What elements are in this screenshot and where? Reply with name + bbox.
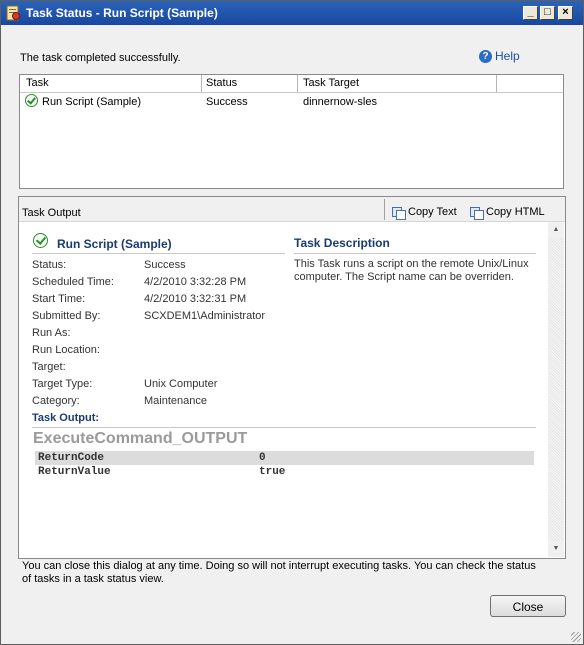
close-window-button[interactable]: ×	[558, 6, 573, 20]
task-output-toolbar: Task Output Copy Text Copy HTML	[19, 197, 565, 222]
task-name-heading: Run Script (Sample)	[57, 237, 172, 251]
task-list-header: Task Status Task Target	[20, 75, 563, 93]
property-label: Scheduled Time:	[32, 276, 114, 288]
row-target: dinnernow-sles	[303, 96, 377, 108]
row-task-name: Run Script (Sample)	[42, 96, 142, 108]
property-value: SCXDEM1\Administrator	[144, 310, 266, 322]
help-icon: ?	[479, 49, 492, 63]
property-label: Run Location:	[32, 344, 100, 356]
result-name: ReturnCode	[38, 452, 105, 464]
success-check-icon	[33, 233, 48, 248]
property-value: Unix Computer	[144, 378, 218, 390]
column-header-status[interactable]: Status	[206, 77, 237, 89]
task-output-title: Task Output	[22, 207, 81, 219]
window-title: Task Status - Run Script (Sample)	[26, 6, 218, 20]
success-check-icon	[25, 94, 38, 107]
maximize-button[interactable]: □	[540, 6, 555, 20]
vertical-scrollbar[interactable]: ▲ ▼	[548, 222, 564, 557]
resize-grip-icon[interactable]	[571, 632, 581, 642]
task-status-icon	[6, 5, 20, 21]
column-divider[interactable]	[201, 75, 202, 92]
result-row: ReturnCode 0	[35, 451, 534, 465]
row-status: Success	[206, 96, 248, 108]
divider	[32, 427, 536, 428]
property-label: Status:	[32, 259, 67, 271]
task-status-dialog: Task Status - Run Script (Sample) _ □ × …	[0, 0, 584, 645]
minimize-button[interactable]: _	[523, 6, 538, 20]
copy-html-button[interactable]: Copy HTML	[470, 206, 545, 220]
property-label: Start Time:	[32, 293, 86, 305]
task-description-heading: Task Description	[294, 236, 390, 250]
column-divider[interactable]	[496, 75, 497, 92]
scrollbar-track[interactable]	[548, 238, 564, 541]
result-value: 0	[259, 452, 266, 464]
property-label: Submitted By:	[32, 310, 101, 322]
close-button[interactable]: Close	[490, 595, 566, 617]
task-list[interactable]: Task Status Task Target Run Script (Samp…	[19, 74, 564, 189]
toolbar-separator	[384, 199, 385, 220]
help-label: Help	[495, 49, 520, 63]
property-label: Category:	[32, 395, 80, 407]
command-output-title: ExecuteCommand_OUTPUT	[33, 430, 248, 447]
property-label: Target Type:	[32, 378, 93, 390]
result-value: true	[259, 466, 286, 478]
column-divider[interactable]	[297, 75, 298, 92]
footer-message: You can close this dialog at any time. D…	[22, 560, 536, 585]
divider	[32, 253, 285, 254]
copy-icon	[392, 206, 406, 220]
copy-text-label: Copy Text	[408, 206, 457, 218]
scroll-down-arrow-icon[interactable]: ▼	[548, 541, 564, 557]
copy-icon	[470, 206, 484, 220]
title-bar[interactable]: Task Status - Run Script (Sample) _ □ ×	[1, 1, 583, 25]
copy-html-label: Copy HTML	[486, 206, 545, 218]
property-value: Success	[144, 259, 186, 271]
task-output-subheading: Task Output:	[32, 412, 100, 424]
copy-text-button[interactable]: Copy Text	[392, 206, 457, 220]
property-value: 4/2/2010 3:32:31 PM	[144, 293, 247, 305]
help-link[interactable]: ? Help	[479, 49, 520, 63]
task-output-panel: Task Output Copy Text Copy HTML Run Scri…	[18, 196, 566, 559]
scroll-up-arrow-icon[interactable]: ▲	[548, 222, 564, 238]
column-header-task[interactable]: Task	[26, 77, 49, 89]
task-output-content: Run Script (Sample) Task Description Thi…	[19, 222, 547, 557]
divider	[294, 253, 536, 254]
status-message: The task completed successfully.	[20, 52, 181, 64]
property-label: Target:	[32, 361, 66, 373]
property-label: Run As:	[32, 327, 71, 339]
property-value: Maintenance	[144, 395, 207, 407]
property-value: 4/2/2010 3:32:28 PM	[144, 276, 247, 288]
column-header-task-target[interactable]: Task Target	[303, 77, 359, 89]
task-description: This Task runs a script on the remote Un…	[294, 258, 529, 283]
result-name: ReturnValue	[38, 466, 111, 478]
result-row: ReturnValue true	[35, 465, 534, 479]
